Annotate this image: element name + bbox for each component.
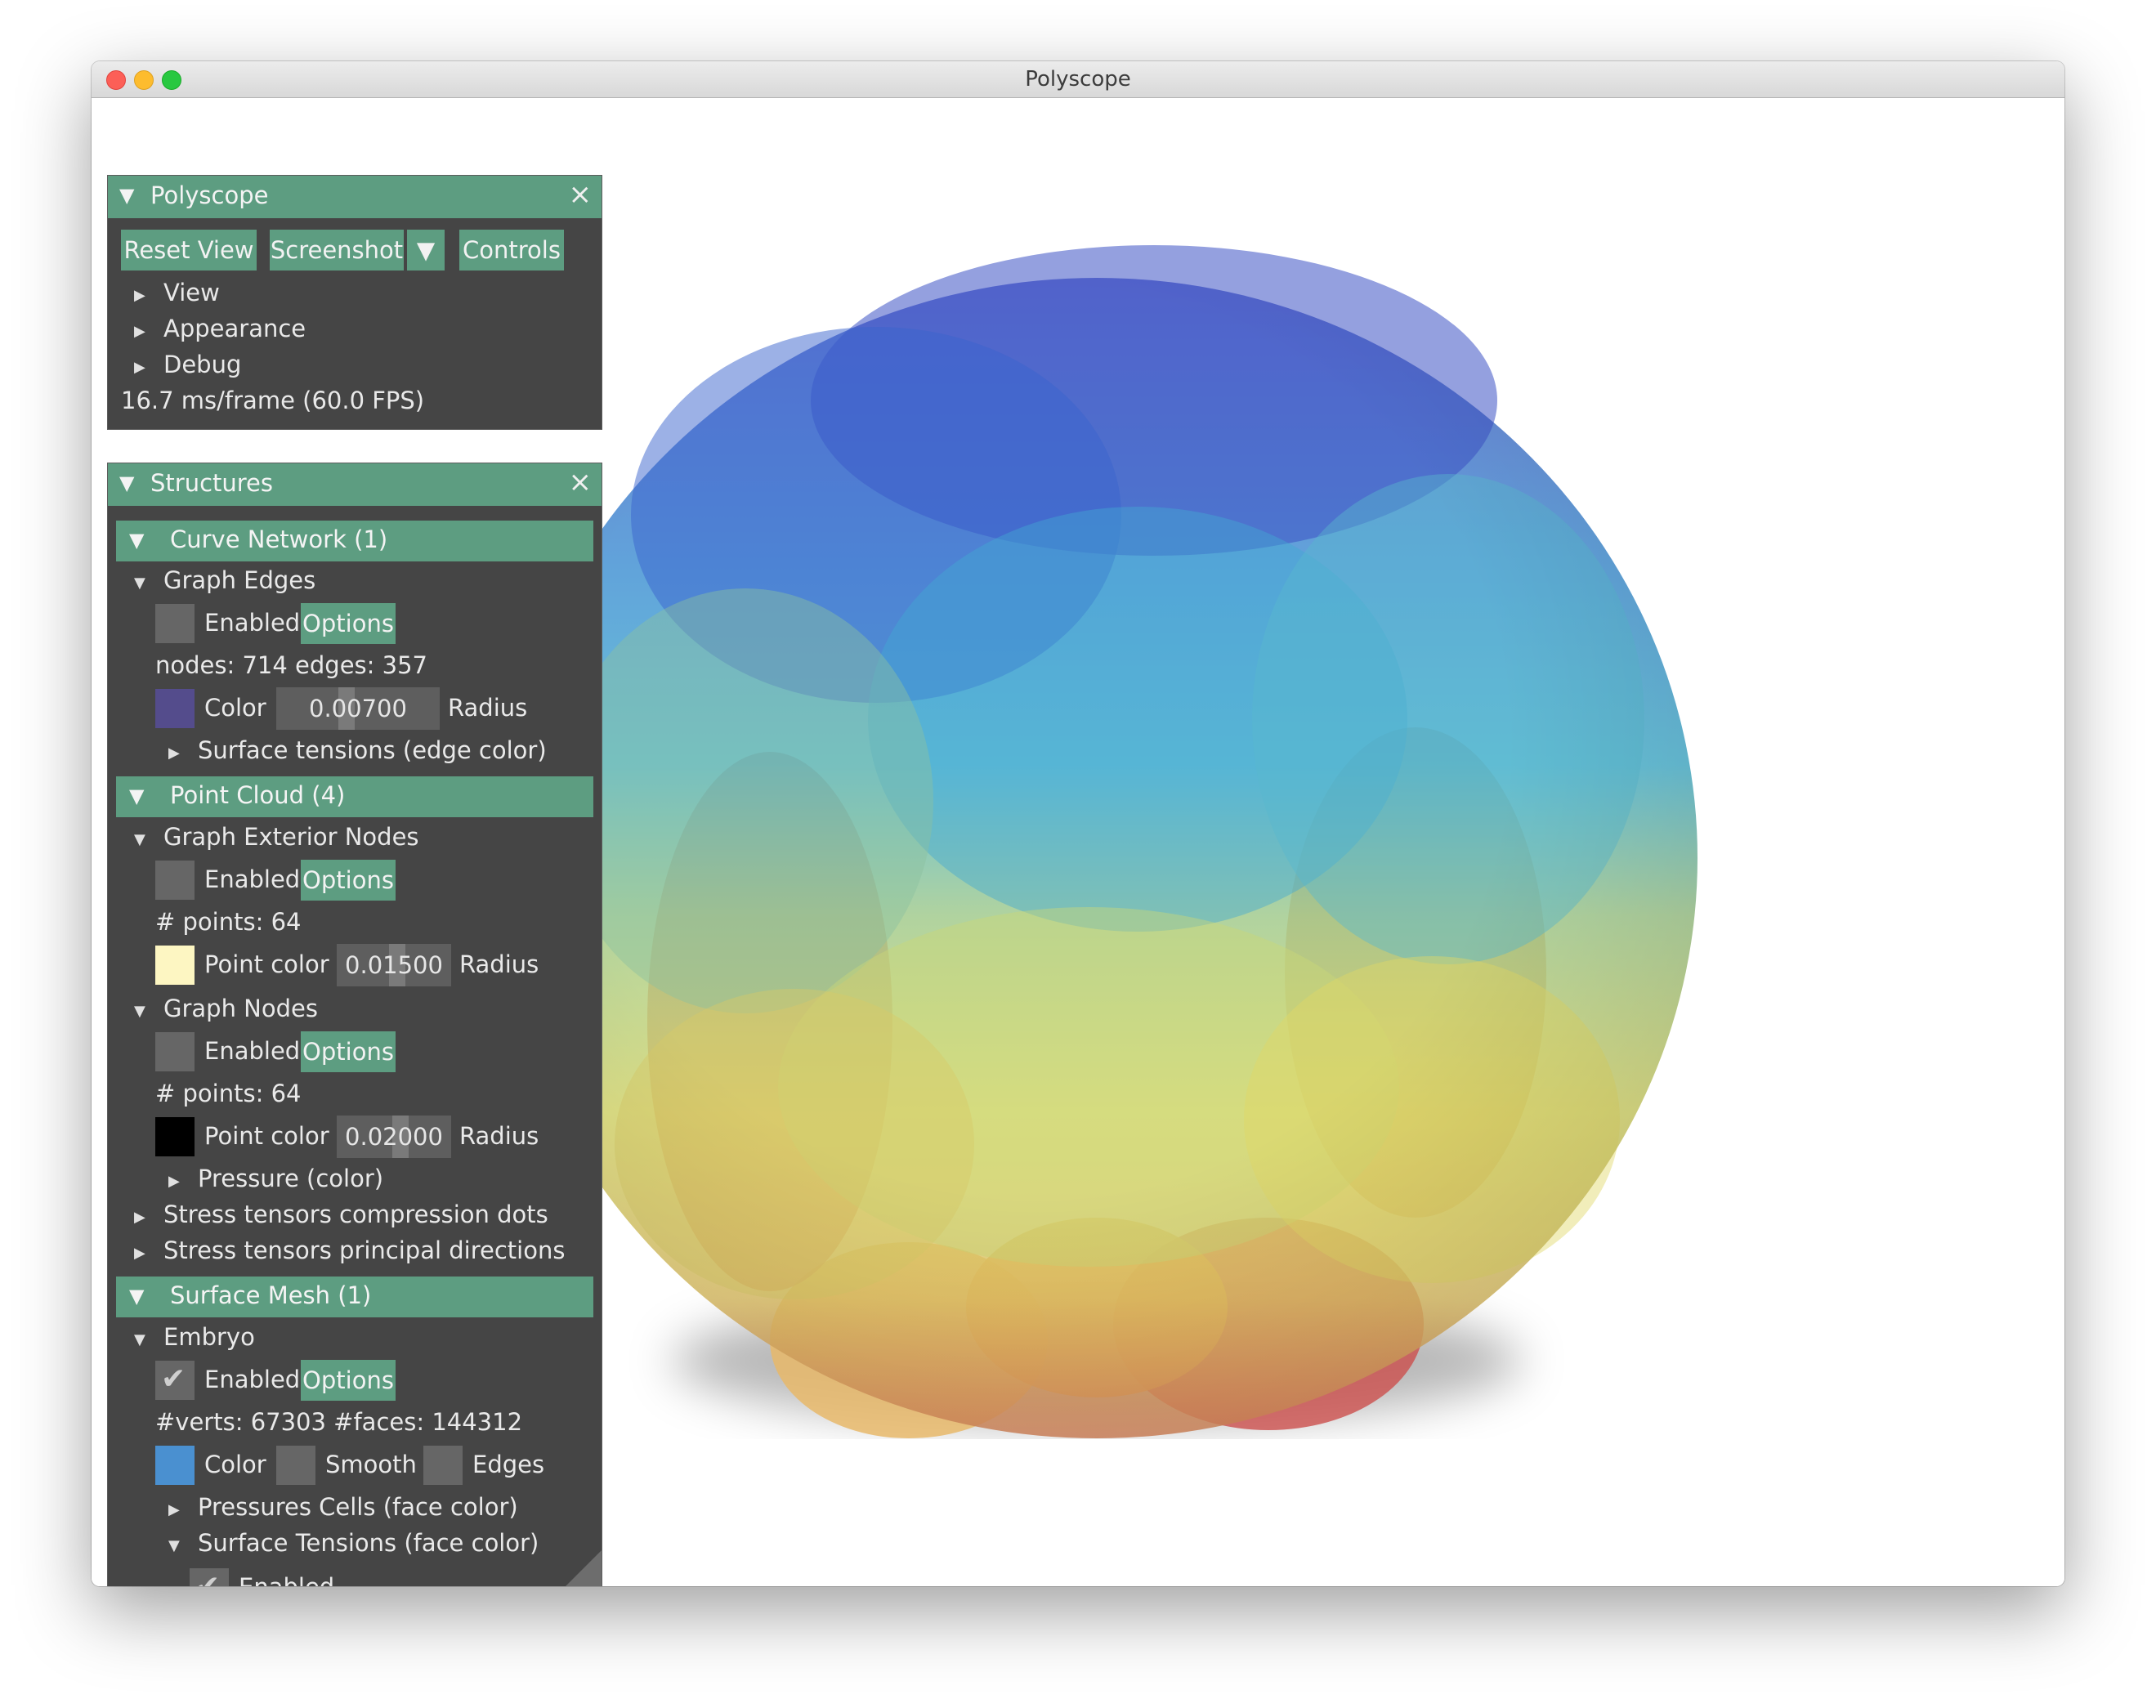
triangle-down-icon[interactable]: ▼ xyxy=(134,1003,145,1020)
window-title: Polyscope xyxy=(1025,67,1131,92)
graph-nodes-enabled-checkbox[interactable] xyxy=(155,1032,195,1071)
graph-edges-tree-item[interactable]: Graph Edges xyxy=(163,566,315,594)
embryo-tree-item[interactable]: Embryo xyxy=(163,1323,255,1351)
polyscope-panel-title: Polyscope xyxy=(150,181,269,209)
graph-edges-options-button[interactable]: Options xyxy=(301,603,396,644)
point-cloud-header-label: Point Cloud (4) xyxy=(170,781,346,809)
checkmark-icon: ✔ xyxy=(195,1570,220,1586)
graph-nodes-tree-item[interactable]: Graph Nodes xyxy=(163,995,318,1022)
exterior-nodes-enabled-checkbox[interactable] xyxy=(155,861,195,900)
graph-nodes-radius-slider[interactable]: 0.02000 xyxy=(337,1116,451,1158)
curve-network-header-label: Curve Network (1) xyxy=(170,525,388,553)
checkmark-icon: ✔ xyxy=(161,1362,186,1396)
structures-panel-title: Structures xyxy=(150,469,274,497)
embryo-stats: #verts: 67303 #faces: 144312 xyxy=(155,1408,523,1436)
embryo-color-swatch[interactable] xyxy=(155,1446,195,1485)
enabled-label: Enabled xyxy=(204,609,301,637)
reset-view-button[interactable]: Reset View xyxy=(121,230,257,271)
graph-nodes-options-button[interactable]: Options xyxy=(301,1031,396,1072)
graph-exterior-nodes-tree-item[interactable]: Graph Exterior Nodes xyxy=(163,823,419,851)
radius-value: 0.00700 xyxy=(309,695,407,722)
point-color-label: Point color xyxy=(204,950,329,978)
triangle-right-icon[interactable]: ▶ xyxy=(168,1173,180,1190)
smooth-label: Smooth xyxy=(325,1451,417,1478)
surface-tensions-quantity-item[interactable]: Surface tensions (edge color) xyxy=(198,736,547,764)
app-window: Polyscope ▼ Polyscope × Reset View Scree… xyxy=(92,61,2064,1586)
screenshot-button[interactable]: Screenshot xyxy=(270,230,404,271)
triangle-down-icon[interactable]: ▼ xyxy=(134,1331,145,1348)
exterior-nodes-stats: # points: 64 xyxy=(155,908,302,936)
radius-label: Radius xyxy=(459,1122,539,1150)
exterior-nodes-options-button[interactable]: Options xyxy=(301,860,396,901)
title-bar: Polyscope xyxy=(92,61,2064,98)
curve-network-header[interactable]: ▼ Curve Network (1) xyxy=(116,521,593,561)
stress-compression-tree-item[interactable]: Stress tensors compression dots xyxy=(163,1201,548,1228)
edges-checkbox[interactable] xyxy=(423,1446,463,1485)
view-tree-item[interactable]: View xyxy=(163,279,220,306)
quantity-enabled-label: Enabled xyxy=(239,1573,334,1586)
surface-mesh-header[interactable]: ▼ Surface Mesh (1) xyxy=(116,1277,593,1317)
screenshot-options-button[interactable]: ▼ xyxy=(407,230,445,271)
polyscope-panel-header[interactable]: ▼ Polyscope × xyxy=(108,176,602,218)
embryo-options-button[interactable]: Options xyxy=(301,1360,396,1401)
pressure-quantity-item[interactable]: Pressure (color) xyxy=(198,1165,383,1192)
radius-label: Radius xyxy=(459,950,539,978)
smooth-checkbox[interactable] xyxy=(276,1446,315,1485)
edges-label: Edges xyxy=(472,1451,545,1478)
quantity-enabled-checkbox[interactable]: ✔ xyxy=(190,1568,229,1586)
polyscope-panel: ▼ Polyscope × Reset View Screenshot ▼ Co… xyxy=(108,176,602,429)
structures-panel: ▼ Structures × ▼ Curve Network (1) ▼ Gra… xyxy=(108,463,602,1586)
controls-button[interactable]: Controls xyxy=(459,230,564,271)
radius-value: 0.02000 xyxy=(345,1123,443,1151)
triangle-right-icon[interactable]: ▶ xyxy=(168,1501,180,1518)
triangle-down-icon[interactable]: ▼ xyxy=(119,472,134,494)
enabled-label: Enabled xyxy=(204,1037,301,1065)
surface-tensions-face-quantity-item[interactable]: Surface Tensions (face color) xyxy=(198,1529,539,1557)
graph-edges-radius-slider[interactable]: 0.00700 xyxy=(276,687,440,730)
point-cloud-header[interactable]: ▼ Point Cloud (4) xyxy=(116,776,593,817)
mesh-shading xyxy=(496,278,1698,1438)
surface-mesh-header-label: Surface Mesh (1) xyxy=(170,1281,372,1309)
graph-edges-stats: nodes: 714 edges: 357 xyxy=(155,651,427,679)
enabled-label: Enabled xyxy=(204,865,301,893)
triangle-right-icon[interactable]: ▶ xyxy=(134,1209,145,1226)
appearance-tree-item[interactable]: Appearance xyxy=(163,315,306,342)
stress-principal-tree-item[interactable]: Stress tensors principal directions xyxy=(163,1236,565,1264)
triangle-right-icon[interactable]: ▶ xyxy=(134,287,145,304)
exterior-nodes-color-swatch[interactable] xyxy=(155,946,195,985)
exterior-nodes-radius-slider[interactable]: 0.01500 xyxy=(337,944,451,986)
triangle-down-icon[interactable]: ▼ xyxy=(129,529,144,552)
structures-panel-header[interactable]: ▼ Structures × xyxy=(108,463,602,506)
triangle-down-icon[interactable]: ▼ xyxy=(129,785,144,807)
embryo-enabled-checkbox[interactable]: ✔ xyxy=(155,1361,195,1400)
3d-viewport[interactable]: ▼ Polyscope × Reset View Screenshot ▼ Co… xyxy=(92,98,2064,1586)
close-icon[interactable]: × xyxy=(569,178,593,211)
panel-resize-grip[interactable] xyxy=(566,1550,602,1586)
pressures-cells-quantity-item[interactable]: Pressures Cells (face color) xyxy=(198,1493,518,1521)
fps-readout: 16.7 ms/frame (60.0 FPS) xyxy=(121,387,425,414)
triangle-down-icon[interactable]: ▼ xyxy=(134,575,145,592)
radius-label: Radius xyxy=(448,694,528,722)
triangle-down-icon[interactable]: ▼ xyxy=(119,184,134,207)
color-label: Color xyxy=(204,694,266,722)
graph-nodes-stats: # points: 64 xyxy=(155,1080,302,1107)
triangle-right-icon[interactable]: ▶ xyxy=(168,744,180,762)
triangle-down-icon: ▼ xyxy=(416,236,436,264)
graph-nodes-color-swatch[interactable] xyxy=(155,1117,195,1156)
triangle-right-icon[interactable]: ▶ xyxy=(134,359,145,376)
color-label: Color xyxy=(204,1451,266,1478)
triangle-right-icon[interactable]: ▶ xyxy=(134,1245,145,1262)
debug-tree-item[interactable]: Debug xyxy=(163,351,241,378)
graph-edges-enabled-checkbox[interactable] xyxy=(155,604,195,643)
close-icon[interactable]: × xyxy=(569,466,593,499)
triangle-right-icon[interactable]: ▶ xyxy=(134,323,145,340)
enabled-label: Enabled xyxy=(204,1366,301,1393)
radius-value: 0.01500 xyxy=(345,951,443,979)
triangle-down-icon[interactable]: ▼ xyxy=(134,831,145,848)
triangle-down-icon[interactable]: ▼ xyxy=(129,1285,144,1308)
triangle-down-icon[interactable]: ▼ xyxy=(168,1537,180,1554)
graph-edges-color-swatch[interactable] xyxy=(155,689,195,728)
point-color-label: Point color xyxy=(204,1122,329,1150)
